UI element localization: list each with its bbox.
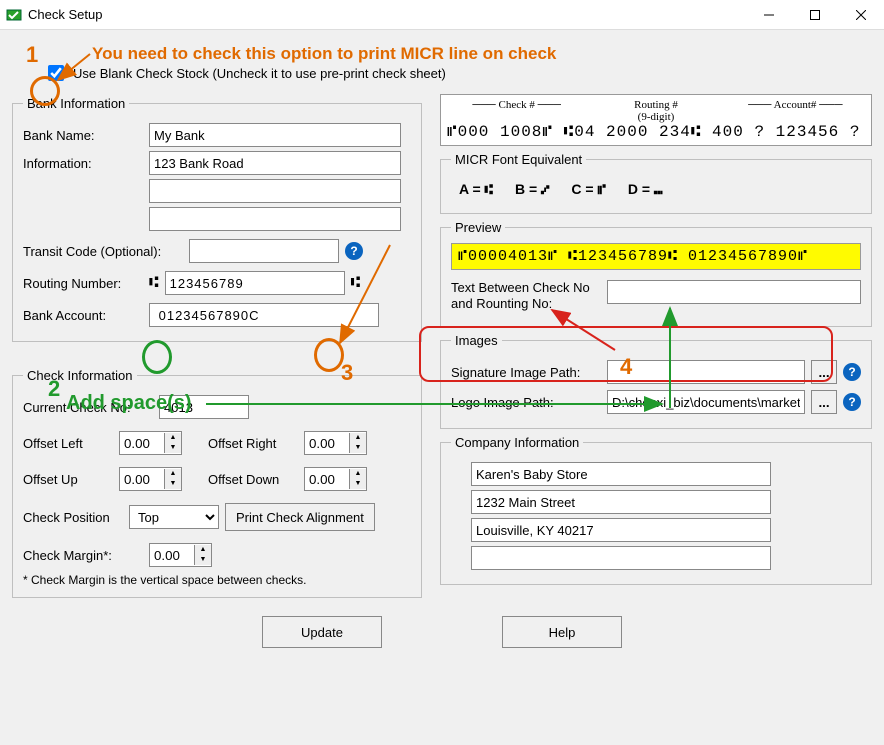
check-margin-note: * Check Margin is the vertical space bet… [23,573,411,587]
logo-browse-button[interactable]: ... [811,390,837,414]
account-input[interactable] [149,303,379,327]
micr-sample-box: ─── Check # ─── Routing # (9-digit) ─── … [440,94,872,146]
transit-label: Transit Code (Optional): [23,244,183,259]
images-group: Images Signature Image Path: ... ? Logo … [440,333,872,429]
transit-input[interactable] [189,239,339,263]
minimize-button[interactable] [746,0,792,30]
preview-legend: Preview [451,220,505,235]
micr-b: B = ⑇ [515,181,549,197]
offset-down-label: Offset Down [208,472,298,487]
micr-equiv-legend: MICR Font Equivalent [451,152,586,167]
check-position-label: Check Position [23,510,123,525]
check-info-legend: Check Information [23,368,137,383]
preview-group: Preview ⑈00004013⑈ ⑆123456789⑆ 012345678… [440,220,872,327]
routing-prefix-symbol: ⑆ [149,274,159,292]
bank-info-input-1[interactable] [149,151,401,175]
sig-browse-button[interactable]: ... [811,360,837,384]
help-icon[interactable]: ? [345,242,363,260]
company-line-1[interactable] [471,462,771,486]
logo-path-input[interactable] [607,390,805,414]
offset-left-label: Offset Left [23,436,113,451]
check-info-group: Check Information Current Check No: Offs… [12,368,422,598]
update-button[interactable]: Update [262,616,382,648]
help-icon[interactable]: ? [843,363,861,381]
company-line-4[interactable] [471,546,771,570]
bank-name-label: Bank Name: [23,128,143,143]
help-button[interactable]: Help [502,616,622,648]
offset-right-label: Offset Right [208,436,298,451]
offset-up-label: Offset Up [23,472,113,487]
bank-info-input-2[interactable] [149,179,401,203]
micr-a: A = ⑆ [459,181,493,197]
bank-name-input[interactable] [149,123,401,147]
logo-path-label: Logo Image Path: [451,395,601,410]
micr-d: D = ⑉ [628,181,662,197]
company-info-legend: Company Information [451,435,583,450]
maximize-button[interactable] [792,0,838,30]
bank-info-label: Information: [23,156,143,171]
bank-info-group: Bank Information Bank Name: Information: [12,96,422,342]
offset-right-spinner[interactable]: ▲▼ [304,431,367,455]
window-title: Check Setup [28,7,746,22]
titlebar: Check Setup [0,0,884,30]
company-line-2[interactable] [471,490,771,514]
offset-down-spinner[interactable]: ▲▼ [304,467,367,491]
sig-path-label: Signature Image Path: [451,365,601,380]
micr-sample-line: ⑈000 1008⑈ ⑆04 2000 234⑆ 400 ? 123456 ? [447,123,865,141]
help-icon[interactable]: ? [843,393,861,411]
routing-input[interactable] [165,271,345,295]
close-button[interactable] [838,0,884,30]
images-legend: Images [451,333,502,348]
offset-left-spinner[interactable]: ▲▼ [119,431,182,455]
routing-label: Routing Number: [23,276,143,291]
account-label: Bank Account: [23,308,143,323]
use-blank-stock-checkbox[interactable] [48,65,64,81]
check-margin-label: Check Margin*: [23,548,143,563]
bank-info-input-3[interactable] [149,207,401,231]
bank-info-legend: Bank Information [23,96,129,111]
offset-up-spinner[interactable]: ▲▼ [119,467,182,491]
company-info-group: Company Information [440,435,872,585]
text-between-label: Text Between Check No and Rounting No: [451,280,601,312]
micr-equiv-group: MICR Font Equivalent A = ⑆ B = ⑇ C = ⑈ D… [440,152,872,214]
print-alignment-button[interactable]: Print Check Alignment [225,503,375,531]
current-check-input[interactable] [159,395,249,419]
current-check-label: Current Check No: [23,400,153,415]
check-position-select[interactable]: Top [129,505,219,529]
sig-path-input[interactable] [607,360,805,384]
annotation-number-1: 1 [26,42,38,68]
preview-line: ⑈00004013⑈ ⑆123456789⑆ 01234567890⑈ [451,243,861,270]
annotation-text-1: You need to check this option to print M… [92,44,556,64]
routing-suffix-symbol: ⑆ [351,274,361,292]
use-blank-stock-label: Use Blank Check Stock (Uncheck it to use… [73,66,446,81]
app-icon [6,7,22,23]
check-margin-spinner[interactable]: ▲▼ [149,543,212,567]
text-between-input[interactable] [607,280,861,304]
company-line-3[interactable] [471,518,771,542]
micr-c: C = ⑈ [571,181,605,197]
